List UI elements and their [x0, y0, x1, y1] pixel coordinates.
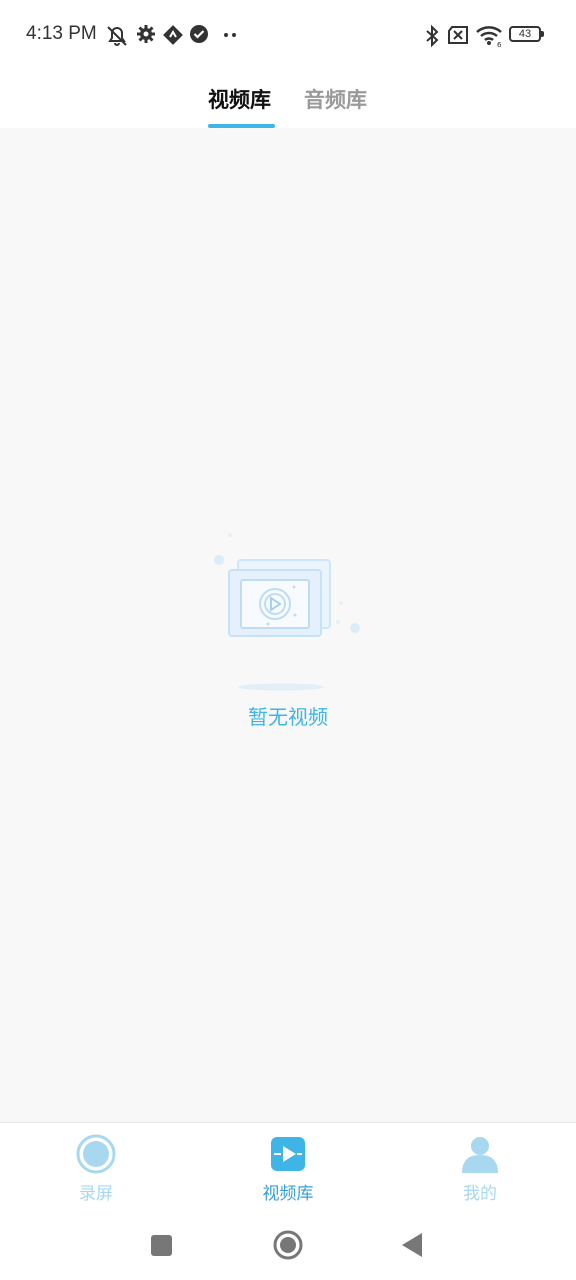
bluetooth-icon: [426, 24, 439, 48]
more-dots-icon: [224, 33, 236, 37]
tab-video-library[interactable]: 视频库: [208, 84, 271, 114]
top-tabs: 视频库 音频库: [0, 70, 576, 128]
record-icon: [76, 1134, 116, 1174]
status-time: 4:13 PM: [26, 23, 97, 44]
video-library-icon: [271, 1137, 305, 1171]
nav-item-record[interactable]: 录屏: [36, 1133, 156, 1204]
svg-text:6: 6: [497, 41, 502, 48]
active-tab-indicator: [208, 124, 275, 128]
nav-label-mine: 我的: [463, 1184, 497, 1204]
empty-video-illustration: [214, 533, 360, 691]
nav-item-mine[interactable]: 我的: [420, 1133, 540, 1204]
nav-label-video-library: 视频库: [262, 1184, 314, 1204]
battery-level: 43: [518, 28, 532, 40]
status-bar: 4:13 PM 6 43: [0, 0, 576, 70]
no-sim-icon: [448, 26, 468, 44]
bottom-nav: 录屏 视频库 我的: [0, 1122, 576, 1215]
recent-apps-icon[interactable]: [150, 1230, 174, 1260]
settings-icon: [137, 25, 155, 43]
nav-label-record: 录屏: [79, 1184, 113, 1204]
app-notification-icon: [163, 25, 183, 45]
wifi-icon: 6: [476, 26, 502, 48]
system-nav-bar: [0, 1214, 576, 1280]
battery-icon: 43: [509, 26, 544, 42]
mute-notifications-icon: [107, 26, 127, 46]
nav-item-video-library[interactable]: 视频库: [228, 1133, 348, 1204]
back-icon[interactable]: [400, 1230, 426, 1260]
check-circle-icon: [190, 25, 208, 43]
profile-icon: [462, 1137, 498, 1173]
empty-state-message: 暂无视频: [248, 705, 328, 729]
tab-audio-library[interactable]: 音频库: [304, 84, 367, 114]
home-icon[interactable]: [272, 1230, 304, 1262]
